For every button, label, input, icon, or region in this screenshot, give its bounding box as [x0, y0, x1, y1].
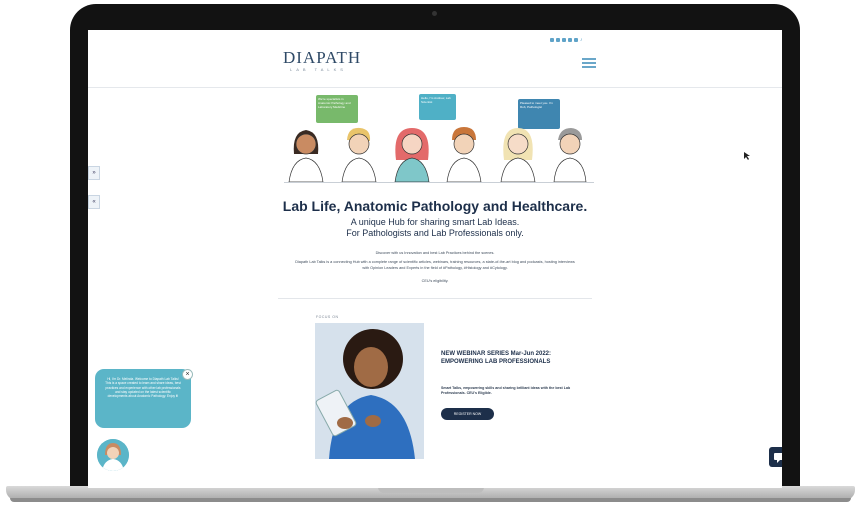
chat-close-icon[interactable]: × [182, 369, 193, 380]
chat-avatar[interactable] [97, 439, 129, 471]
laptop-foot [10, 498, 851, 502]
facebook-icon[interactable] [550, 38, 554, 42]
site-logo[interactable]: DIAPATH [283, 48, 361, 68]
feature-title: NEW WEBINAR SERIES Mar-Jun 2022: EMPOWER… [441, 351, 552, 365]
site-logo-subtitle: LAB TALKS [290, 67, 347, 72]
menu-hamburger-icon[interactable] [582, 58, 596, 68]
doctor-avatar-icon [97, 439, 129, 471]
chat-launcher-button[interactable] [769, 447, 782, 467]
speech-bubble-andrew: Hello, I'm Andrew, Lab Scientist [419, 94, 456, 120]
hero-subtitle-1: A unique Hub for sharing smart Lab Ideas… [350, 217, 520, 227]
person-illustration [288, 130, 324, 183]
intro-line-4: CEU's eligibility. [421, 279, 449, 283]
lab-team-illustration [288, 127, 587, 183]
chat-welcome-bubble[interactable]: Hi, I'm Dr. Melinda. Welcome to Diapath … [95, 369, 191, 428]
youtube-icon[interactable] [574, 38, 578, 42]
twitter-icon[interactable] [556, 38, 560, 42]
person-illustration [394, 128, 430, 183]
person-illustration [446, 127, 482, 183]
linkedin-icon[interactable] [562, 38, 566, 42]
browser-screen: DIAPATH LAB TALKS ♪ » « We're specialist… [88, 30, 782, 488]
laptop-camera [432, 11, 437, 16]
feature-description: Smart Talks, empowering skills and shari… [441, 386, 571, 395]
intro-line-3: with Opinion Leaders and Experts in the … [362, 266, 508, 270]
person-illustration [341, 127, 377, 183]
header-divider [88, 87, 782, 88]
side-tab-expand[interactable]: » [88, 166, 100, 180]
person-illustration [553, 128, 587, 183]
speech-bubble-specialists: We're specialists in Anatomic Pathology … [316, 95, 358, 123]
hero-subtitle-2: For Pathologists and Lab Professionals o… [346, 228, 524, 238]
spotify-icon[interactable]: ♪ [580, 38, 584, 43]
register-now-button[interactable]: REGISTER NOW [441, 408, 494, 420]
mouse-cursor-icon [744, 152, 750, 160]
person-illustration [500, 128, 536, 183]
section-tag: FOCUS ON [316, 315, 339, 319]
chat-icon [774, 453, 782, 463]
intro-line-1: Discover with us Innovation and best Lab… [375, 251, 495, 255]
hero-title: Lab Life, Anatomic Pathology and Healthc… [282, 198, 588, 214]
illustration-floor-line [284, 182, 594, 183]
nurse-with-tablet-image [315, 323, 424, 459]
section-divider [278, 298, 592, 299]
instagram-icon[interactable] [568, 38, 572, 42]
feature-photo[interactable] [315, 323, 424, 459]
